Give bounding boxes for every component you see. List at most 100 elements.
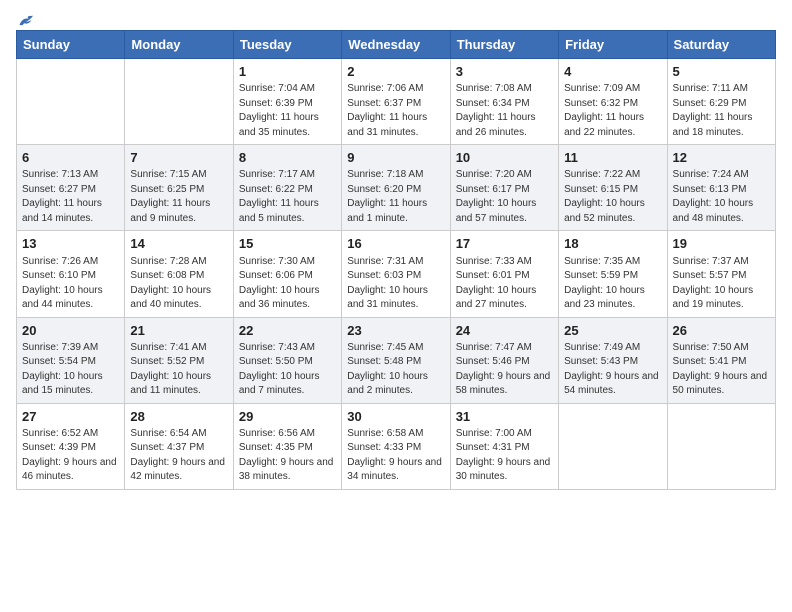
- calendar-cell: 19 Sunrise: 7:37 AM Sunset: 5:57 PM Dayli…: [667, 231, 775, 317]
- calendar-cell: 30Sunrise: 6:58 AM Sunset: 4:33 PM Dayli…: [342, 403, 450, 489]
- day-number: 21: [130, 322, 227, 340]
- day-info: Sunrise: 7:33 AM Sunset: 6:01 PM Dayligh…: [456, 255, 553, 313]
- calendar-week-row: 1Sunrise: 7:04 AM Sunset: 6:39 PM Daylig…: [17, 59, 776, 145]
- header: [16, 10, 776, 24]
- day-number: 23: [347, 322, 444, 340]
- day-number: 2: [347, 63, 444, 81]
- calendar-day-header: Monday: [125, 31, 233, 59]
- day-number: 18: [564, 235, 661, 253]
- calendar-cell: 5Sunrise: 7:11 AM Sunset: 6:29 PM Daylig…: [667, 59, 775, 145]
- calendar-cell: 28Sunrise: 6:54 AM Sunset: 4:37 PM Dayli…: [125, 403, 233, 489]
- day-info: Sunrise: 7:30 AM Sunset: 6:06 PM Dayligh…: [239, 255, 336, 313]
- calendar-cell: 15Sunrise: 7:30 AM Sunset: 6:06 PM Dayli…: [233, 231, 341, 317]
- day-info: Sunrise: 6:58 AM Sunset: 4:33 PM Dayligh…: [347, 427, 444, 485]
- calendar-cell: 25Sunrise: 7:49 AM Sunset: 5:43 PM Dayli…: [559, 317, 667, 403]
- day-info: Sunrise: 7:43 AM Sunset: 5:50 PM Dayligh…: [239, 341, 336, 399]
- day-info: Sunrise: 7:15 AM Sunset: 6:25 PM Dayligh…: [130, 168, 227, 226]
- day-number: 17: [456, 235, 553, 253]
- calendar-table: SundayMondayTuesdayWednesdayThursdayFrid…: [16, 30, 776, 490]
- calendar-day-header: Thursday: [450, 31, 558, 59]
- day-number: 12: [673, 149, 770, 167]
- day-info: Sunrise: 7:37 AM Sunset: 5:57 PM Dayligh…: [673, 255, 770, 313]
- day-info: Sunrise: 7:13 AM Sunset: 6:27 PM Dayligh…: [22, 168, 119, 226]
- calendar-cell: 9Sunrise: 7:18 AM Sunset: 6:20 PM Daylig…: [342, 145, 450, 231]
- day-number: 7: [130, 149, 227, 167]
- day-number: 26: [673, 322, 770, 340]
- logo-bird-icon: [18, 14, 36, 28]
- calendar-week-row: 20Sunrise: 7:39 AM Sunset: 5:54 PM Dayli…: [17, 317, 776, 403]
- calendar-week-row: 27Sunrise: 6:52 AM Sunset: 4:39 PM Dayli…: [17, 403, 776, 489]
- day-info: Sunrise: 7:06 AM Sunset: 6:37 PM Dayligh…: [347, 82, 444, 140]
- calendar-cell: 8Sunrise: 7:17 AM Sunset: 6:22 PM Daylig…: [233, 145, 341, 231]
- calendar-cell: 17 Sunrise: 7:33 AM Sunset: 6:01 PM Dayli…: [450, 231, 558, 317]
- calendar-cell: 23Sunrise: 7:45 AM Sunset: 5:48 PM Dayli…: [342, 317, 450, 403]
- day-info: Sunrise: 7:00 AM Sunset: 4:31 PM Dayligh…: [456, 427, 553, 485]
- day-number: 19: [673, 235, 770, 253]
- calendar-day-header: Wednesday: [342, 31, 450, 59]
- calendar-day-header: Saturday: [667, 31, 775, 59]
- day-number: 16: [347, 235, 444, 253]
- day-number: 13: [22, 235, 119, 253]
- calendar-cell: 27Sunrise: 6:52 AM Sunset: 4:39 PM Dayli…: [17, 403, 125, 489]
- calendar-cell: 20Sunrise: 7:39 AM Sunset: 5:54 PM Dayli…: [17, 317, 125, 403]
- calendar-cell: 11Sunrise: 7:22 AM Sunset: 6:15 PM Dayli…: [559, 145, 667, 231]
- day-number: 22: [239, 322, 336, 340]
- calendar-cell: 2Sunrise: 7:06 AM Sunset: 6:37 PM Daylig…: [342, 59, 450, 145]
- calendar-cell: 3Sunrise: 7:08 AM Sunset: 6:34 PM Daylig…: [450, 59, 558, 145]
- day-number: 25: [564, 322, 661, 340]
- calendar-cell: 4Sunrise: 7:09 AM Sunset: 6:32 PM Daylig…: [559, 59, 667, 145]
- day-info: Sunrise: 7:39 AM Sunset: 5:54 PM Dayligh…: [22, 341, 119, 399]
- day-info: Sunrise: 6:54 AM Sunset: 4:37 PM Dayligh…: [130, 427, 227, 485]
- day-info: Sunrise: 7:24 AM Sunset: 6:13 PM Dayligh…: [673, 168, 770, 226]
- day-info: Sunrise: 7:09 AM Sunset: 6:32 PM Dayligh…: [564, 82, 661, 140]
- calendar-cell: 21Sunrise: 7:41 AM Sunset: 5:52 PM Dayli…: [125, 317, 233, 403]
- day-info: Sunrise: 7:35 AM Sunset: 5:59 PM Dayligh…: [564, 255, 661, 313]
- day-info: Sunrise: 7:17 AM Sunset: 6:22 PM Dayligh…: [239, 168, 336, 226]
- calendar-cell: 22Sunrise: 7:43 AM Sunset: 5:50 PM Dayli…: [233, 317, 341, 403]
- day-info: Sunrise: 7:11 AM Sunset: 6:29 PM Dayligh…: [673, 82, 770, 140]
- calendar-cell: 29Sunrise: 6:56 AM Sunset: 4:35 PM Dayli…: [233, 403, 341, 489]
- calendar-day-header: Tuesday: [233, 31, 341, 59]
- calendar-cell: 14 Sunrise: 7:28 AM Sunset: 6:08 PM Dayli…: [125, 231, 233, 317]
- calendar-cell: 1Sunrise: 7:04 AM Sunset: 6:39 PM Daylig…: [233, 59, 341, 145]
- day-info: Sunrise: 7:08 AM Sunset: 6:34 PM Dayligh…: [456, 82, 553, 140]
- day-info: Sunrise: 7:22 AM Sunset: 6:15 PM Dayligh…: [564, 168, 661, 226]
- day-number: 28: [130, 408, 227, 426]
- day-number: 27: [22, 408, 119, 426]
- day-number: 30: [347, 408, 444, 426]
- calendar-cell: 6Sunrise: 7:13 AM Sunset: 6:27 PM Daylig…: [17, 145, 125, 231]
- calendar-day-header: Friday: [559, 31, 667, 59]
- day-number: 14: [130, 235, 227, 253]
- day-number: 24: [456, 322, 553, 340]
- calendar-cell: [17, 59, 125, 145]
- calendar-cell: 24Sunrise: 7:47 AM Sunset: 5:46 PM Dayli…: [450, 317, 558, 403]
- calendar-cell: [667, 403, 775, 489]
- day-number: 1: [239, 63, 336, 81]
- day-info: Sunrise: 7:04 AM Sunset: 6:39 PM Dayligh…: [239, 82, 336, 140]
- day-number: 10: [456, 149, 553, 167]
- calendar-cell: 12Sunrise: 7:24 AM Sunset: 6:13 PM Dayli…: [667, 145, 775, 231]
- calendar-cell: 26Sunrise: 7:50 AM Sunset: 5:41 PM Dayli…: [667, 317, 775, 403]
- day-info: Sunrise: 7:28 AM Sunset: 6:08 PM Dayligh…: [130, 255, 227, 313]
- day-number: 20: [22, 322, 119, 340]
- day-number: 4: [564, 63, 661, 81]
- calendar-cell: 16 Sunrise: 7:31 AM Sunset: 6:03 PM Dayli…: [342, 231, 450, 317]
- day-info: Sunrise: 7:20 AM Sunset: 6:17 PM Dayligh…: [456, 168, 553, 226]
- day-number: 31: [456, 408, 553, 426]
- calendar-header-row: SundayMondayTuesdayWednesdayThursdayFrid…: [17, 31, 776, 59]
- calendar-week-row: 13 Sunrise: 7:26 AM Sunset: 6:10 PM Dayli…: [17, 231, 776, 317]
- page: SundayMondayTuesdayWednesdayThursdayFrid…: [0, 0, 792, 612]
- day-number: 11: [564, 149, 661, 167]
- day-info: Sunrise: 6:52 AM Sunset: 4:39 PM Dayligh…: [22, 427, 119, 485]
- calendar-week-row: 6Sunrise: 7:13 AM Sunset: 6:27 PM Daylig…: [17, 145, 776, 231]
- day-number: 5: [673, 63, 770, 81]
- calendar-cell: 13 Sunrise: 7:26 AM Sunset: 6:10 PM Dayli…: [17, 231, 125, 317]
- day-number: 3: [456, 63, 553, 81]
- day-info: Sunrise: 7:50 AM Sunset: 5:41 PM Dayligh…: [673, 341, 770, 399]
- calendar-cell: 18 Sunrise: 7:35 AM Sunset: 5:59 PM Dayli…: [559, 231, 667, 317]
- day-number: 6: [22, 149, 119, 167]
- calendar-cell: 10Sunrise: 7:20 AM Sunset: 6:17 PM Dayli…: [450, 145, 558, 231]
- day-info: Sunrise: 7:26 AM Sunset: 6:10 PM Dayligh…: [22, 255, 119, 313]
- day-info: Sunrise: 7:18 AM Sunset: 6:20 PM Dayligh…: [347, 168, 444, 226]
- day-info: Sunrise: 7:31 AM Sunset: 6:03 PM Dayligh…: [347, 255, 444, 313]
